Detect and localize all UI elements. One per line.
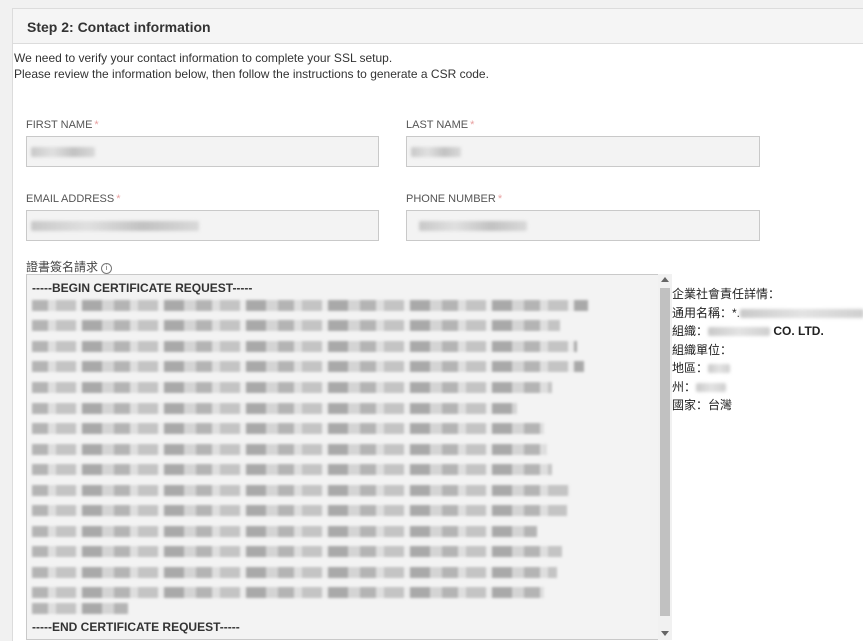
csr-details: 企業社會責任詳情： 通用名稱：*. 組織： CO. LTD. 組織單位： 地區：… [672,285,863,415]
intro-line-2: Please review the information below, the… [14,67,489,81]
redacted-csr-line [32,485,570,496]
required-mark: * [497,193,503,205]
redacted-csr-line [32,341,577,352]
phone-label: PHONE NUMBER * [406,193,503,205]
required-mark: * [116,193,121,205]
intro-text: We need to verify your contact informati… [14,50,489,82]
redacted-csr-line [32,403,517,414]
redacted-value [31,147,95,157]
csr-scrollbar[interactable] [658,274,672,640]
redacted-csr-line [32,320,560,331]
redacted-csr-line [32,546,562,557]
details-state: 州： [672,378,863,397]
last-name-label: LAST NAME * [406,119,475,131]
phone-field[interactable] [406,210,760,241]
last-name-field[interactable] [406,136,760,167]
details-org-unit: 組織單位： [672,342,733,357]
csr-label: 證書簽名請求 i [26,258,113,275]
csr-textarea[interactable]: -----BEGIN CERTIFICATE REQUEST----- ----… [26,274,662,640]
scroll-down-icon[interactable] [661,631,669,636]
redacted-csr-line [32,300,588,311]
info-icon[interactable]: i [101,263,113,274]
first-name-label: FIRST NAME * [26,119,99,131]
redacted-value [419,221,527,231]
details-locality: 地區： [672,359,863,378]
redacted-value [740,308,863,318]
redacted-csr-line [32,382,552,393]
redacted-csr-line [32,587,544,598]
email-field[interactable] [26,210,379,241]
required-mark: * [470,119,475,131]
redacted-csr-line [32,505,567,516]
email-label: EMAIL ADDRESS * [26,193,121,205]
required-mark: * [94,119,99,131]
redacted-csr-line [32,526,537,537]
redacted-csr-line [32,444,547,455]
redacted-value [708,327,771,337]
details-header: 企業社會責任詳情： [672,287,781,301]
first-name-field[interactable] [26,136,379,167]
redacted-csr-line [32,567,557,578]
scroll-thumb[interactable] [660,288,670,616]
redacted-value [31,221,199,231]
csr-begin-line: -----BEGIN CERTIFICATE REQUEST----- [32,281,253,295]
details-organization: 組織： CO. LTD. [672,324,824,338]
redacted-value [708,364,731,374]
csr-end-line: -----END CERTIFICATE REQUEST----- [32,620,240,634]
redacted-csr-line [32,464,552,475]
scroll-up-icon[interactable] [661,277,669,282]
redacted-csr-line [32,603,128,614]
intro-line-1: We need to verify your contact informati… [14,51,393,65]
details-common-name: 通用名稱：*. [672,304,863,323]
redacted-csr-line [32,361,584,372]
redacted-value [696,382,727,392]
step-title: Step 2: Contact information [27,19,211,35]
redacted-csr-line [32,423,544,434]
details-country: 國家：台灣 [672,398,733,412]
redacted-value [411,147,461,157]
